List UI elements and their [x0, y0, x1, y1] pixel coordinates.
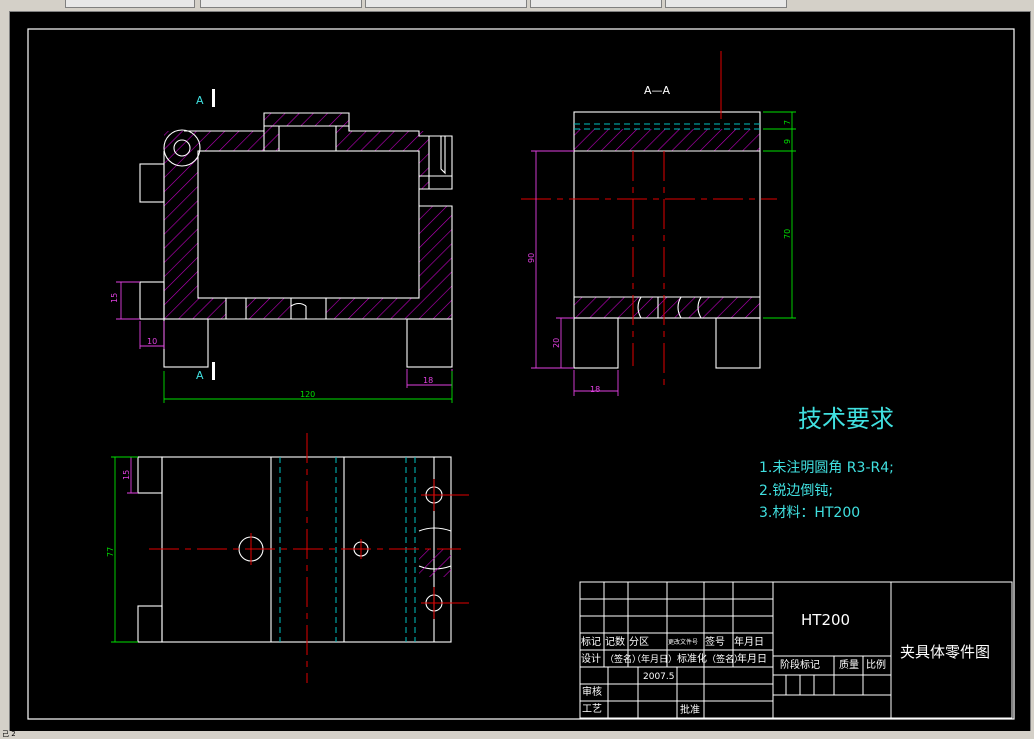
tb-row1-c5: 签号 [705, 635, 725, 648]
toolbar-tab[interactable] [530, 0, 662, 8]
dim-20-side: 20 [552, 338, 561, 348]
tb-mass: 质量 [839, 659, 859, 671]
section-label-top: A [196, 94, 204, 107]
status-bar: 己 2 [0, 730, 1034, 738]
tb-date: 2007.5 [643, 672, 675, 682]
dim-15-top: 15 [122, 470, 131, 480]
dim-70-side: 70 [783, 229, 792, 239]
dim-90-side: 90 [527, 253, 536, 263]
technical-requirements: 技术要求 1.未注明圆角 R3-R4; 2.锐边倒钝; 3.材料：HT200 [759, 405, 894, 521]
tb-row2-c4: 标准化 [677, 652, 707, 665]
tb-approve: 批准 [680, 703, 700, 716]
side-section-view: A—A 90 20 18 7 9 70 [521, 51, 796, 396]
dim-7-side: 7 [783, 120, 792, 125]
tb-row1-c6: 年月日 [734, 635, 764, 648]
window-top-bar [0, 0, 1034, 9]
status-text: 己 2 [2, 730, 16, 738]
dim-10-front: 10 [147, 337, 157, 346]
tb-row2-c3: （年月日） [632, 653, 677, 665]
tb-row1-c3: 分区 [629, 636, 649, 648]
tech-item-2: 2.锐边倒钝; [759, 483, 833, 499]
toolbar-tab[interactable] [665, 0, 787, 8]
cad-drawing: A A 15 10 18 120 A—A 90 20 18 7 9 70 15 … [27, 28, 1015, 720]
tb-scale: 比例 [866, 658, 886, 671]
tb-row1-c4: 更改文件号 [668, 638, 698, 646]
dim-120-front: 120 [300, 390, 315, 399]
dim-18-side: 18 [590, 385, 600, 394]
dim-77-top: 77 [106, 547, 115, 557]
tb-row2-c1: 设计 [581, 652, 601, 665]
tb-material: HT200 [801, 611, 850, 629]
toolbar-tab[interactable] [365, 0, 527, 8]
tech-title: 技术要求 [798, 405, 894, 433]
tb-review: 审核 [582, 685, 602, 698]
section-label-bottom: A [196, 369, 204, 382]
tb-process: 工艺 [582, 703, 602, 715]
drawing-canvas[interactable]: A A 15 10 18 120 A—A 90 20 18 7 9 70 15 … [9, 11, 1031, 735]
tech-item-1: 1.未注明圆角 R3-R4; [759, 460, 894, 476]
toolbar-tab[interactable] [200, 0, 362, 8]
front-section-view: A A 15 10 18 120 [110, 89, 453, 403]
dim-15-front: 15 [110, 293, 119, 303]
tb-row2-c6: 年月日 [737, 652, 767, 665]
tb-row1-c1: 标记 [581, 636, 601, 648]
title-block: HT200 夹具体零件图 标记 记数 分区 更改文件号 签号 年月日 设计 （签… [579, 581, 1013, 719]
dim-9-side: 9 [783, 139, 792, 144]
section-title-aa: A—A [644, 84, 671, 97]
tb-stage: 阶段标记 [780, 658, 820, 671]
top-view: 15 77 [106, 433, 469, 683]
dim-18-front: 18 [423, 376, 433, 385]
tb-row1-c2: 记数 [605, 635, 625, 648]
tech-item-3: 3.材料：HT200 [759, 505, 860, 521]
tb-drawing-name: 夹具体零件图 [900, 643, 990, 661]
toolbar-tab[interactable] [65, 0, 195, 8]
